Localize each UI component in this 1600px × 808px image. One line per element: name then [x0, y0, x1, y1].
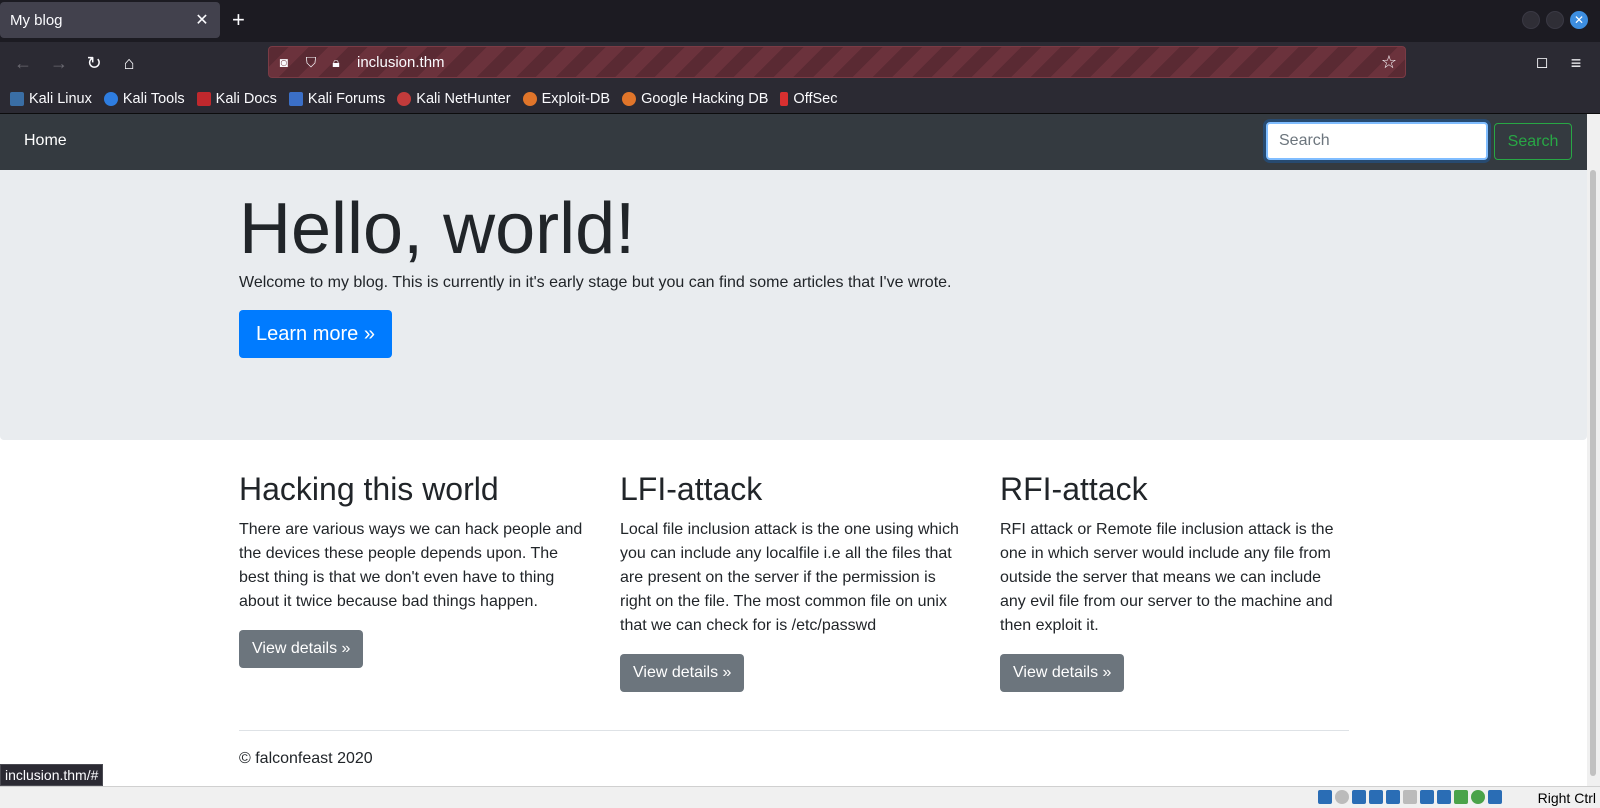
- view-details-button[interactable]: View details »: [239, 630, 364, 668]
- search-button[interactable]: Search: [1494, 123, 1572, 160]
- bookmark-kali-docs[interactable]: Kali Docs: [196, 91, 277, 107]
- mouse-integration-icon[interactable]: [1488, 790, 1502, 804]
- host-key-label: Right Ctrl: [1537, 790, 1596, 806]
- search-input[interactable]: Search: [1266, 122, 1488, 160]
- vm-status-bar: Right Ctrl: [0, 786, 1600, 808]
- article-card: RFI-attack RFI attack or Remote file inc…: [1000, 470, 1350, 692]
- bookmarks-bar: Kali Linux Kali Tools Kali Docs Kali For…: [0, 84, 1600, 114]
- article-title: RFI-attack: [1000, 471, 1148, 507]
- display-icon[interactable]: [1420, 790, 1434, 804]
- page-viewport: Home Search Search Hello, world! Welcome…: [0, 114, 1587, 786]
- kali-dragon-icon: [10, 91, 24, 106]
- shared-folder-icon[interactable]: [1403, 790, 1417, 804]
- kali-tools-icon: [103, 91, 118, 106]
- kali-forums-icon: [288, 91, 303, 106]
- close-icon[interactable]: ✕: [194, 10, 210, 30]
- usb-icon[interactable]: [1386, 790, 1400, 804]
- cpu-icon[interactable]: [1454, 790, 1468, 804]
- scrollbar-thumb[interactable]: [1590, 170, 1596, 776]
- article-title: Hacking this world: [239, 471, 499, 507]
- bookmark-star-icon[interactable]: ☆: [1381, 52, 1397, 73]
- article-body: RFI attack or Remote file inclusion atta…: [1000, 521, 1334, 634]
- bookmark-kali-tools[interactable]: Kali Tools: [103, 91, 185, 107]
- url-text[interactable]: inclusion.thm: [357, 54, 445, 71]
- minimize-button[interactable]: [1522, 11, 1540, 29]
- audio-icon[interactable]: [1352, 790, 1366, 804]
- learn-more-button[interactable]: Learn more »: [239, 310, 392, 358]
- article-card: Hacking this world There are various way…: [239, 470, 589, 668]
- article-body: There are various ways we can hack peopl…: [239, 521, 583, 610]
- window-controls: ✕: [1522, 11, 1588, 29]
- site-navbar: Home Search Search: [0, 114, 1587, 170]
- maximize-button[interactable]: [1546, 11, 1564, 29]
- browser-tab[interactable]: My blog ✕: [0, 2, 220, 38]
- private-mode-icon[interactable]: ◙: [275, 53, 293, 71]
- kali-docs-icon: [196, 91, 211, 106]
- vm-device-icons: [1318, 790, 1502, 804]
- bookmark-kali-forums[interactable]: Kali Forums: [288, 91, 385, 107]
- jumbotron: Hello, world! Welcome to my blog. This i…: [0, 170, 1587, 440]
- tab-title: My blog: [10, 11, 63, 29]
- link-status-popup: inclusion.thm/#: [0, 764, 104, 786]
- optical-drive-icon[interactable]: [1335, 790, 1349, 804]
- browser-tab-bar: My blog ✕ + ✕: [0, 0, 1600, 42]
- globe-icon[interactable]: [1471, 790, 1485, 804]
- article-title: LFI-attack: [620, 471, 763, 507]
- nav-home-link[interactable]: Home: [24, 132, 67, 150]
- ghdb-icon: [622, 91, 637, 106]
- view-details-button[interactable]: View details »: [620, 654, 745, 692]
- new-tab-button[interactable]: +: [232, 9, 245, 31]
- bookmark-google-hacking-db[interactable]: Google Hacking DB: [622, 91, 768, 107]
- pocket-icon[interactable]: ◻: [1530, 51, 1554, 75]
- offsec-icon: [780, 91, 789, 106]
- url-bar[interactable]: ◙ ⛉ 🔒︎ inclusion.thm ☆: [268, 46, 1406, 78]
- home-icon[interactable]: ⌂: [117, 51, 141, 75]
- exploit-db-icon: [522, 91, 537, 106]
- close-window-button[interactable]: ✕: [1570, 11, 1588, 29]
- view-details-button[interactable]: View details »: [1000, 654, 1125, 692]
- nethunter-icon: [397, 91, 412, 106]
- bookmark-kali-nethunter[interactable]: Kali NetHunter: [397, 91, 511, 107]
- hard-disk-icon[interactable]: [1318, 790, 1332, 804]
- lock-icon[interactable]: 🔒︎: [327, 53, 345, 71]
- page-title: Hello, world!: [239, 189, 636, 269]
- bookmark-kali-linux[interactable]: Kali Linux: [10, 91, 92, 107]
- page-scrollbar[interactable]: [1587, 114, 1600, 786]
- bookmark-exploit-db[interactable]: Exploit-DB: [522, 91, 610, 107]
- back-icon[interactable]: ←: [11, 51, 35, 75]
- network-icon[interactable]: [1369, 790, 1383, 804]
- footer-copyright: © falconfeast 2020: [239, 750, 373, 767]
- article-body: Local file inclusion attack is the one u…: [620, 521, 959, 634]
- shield-icon[interactable]: ⛉: [302, 53, 320, 71]
- reload-icon[interactable]: ↻: [82, 51, 106, 75]
- forward-icon[interactable]: →: [47, 51, 71, 75]
- browser-toolbar: ← → ↻ ⌂ ◙ ⛉ 🔒︎ inclusion.thm ☆ ◻ ≡: [0, 42, 1600, 84]
- footer-divider: [239, 730, 1349, 731]
- article-card: LFI-attack Local file inclusion attack i…: [620, 470, 970, 692]
- intro-text: Welcome to my blog. This is currently in…: [239, 274, 952, 291]
- recording-icon[interactable]: [1437, 790, 1451, 804]
- bookmark-offsec[interactable]: OffSec: [780, 91, 837, 107]
- menu-icon[interactable]: ≡: [1564, 51, 1588, 75]
